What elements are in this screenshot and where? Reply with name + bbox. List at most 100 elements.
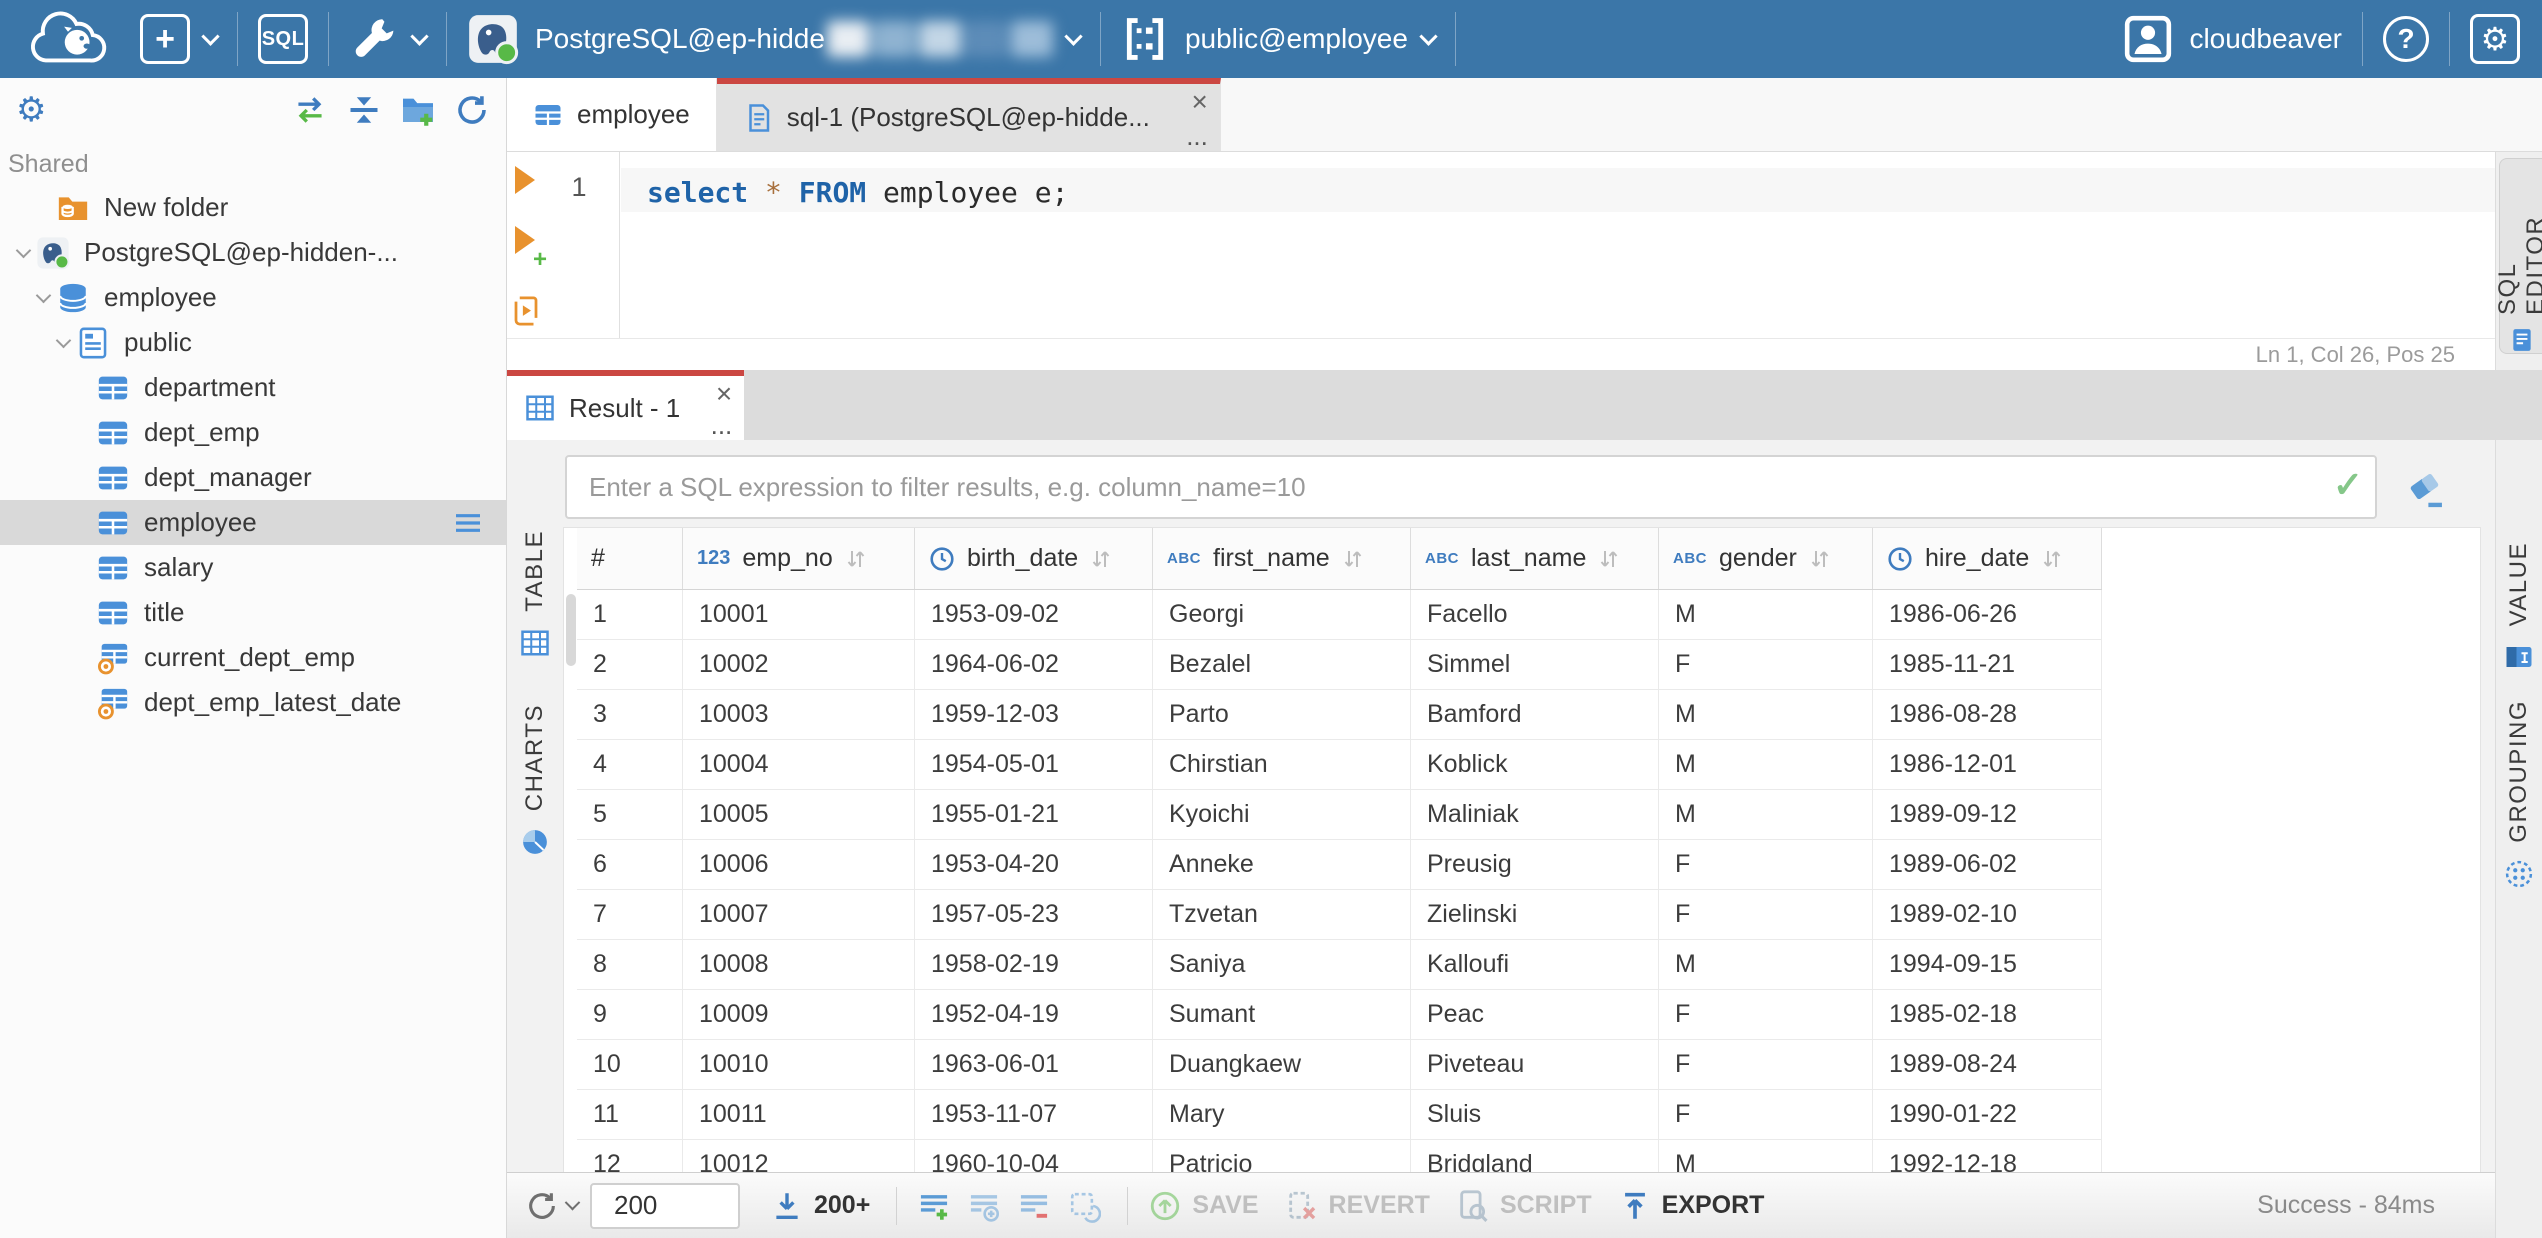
tree-item-new-folder[interactable]: New folder [0,185,506,230]
grid-cell[interactable]: 10008 [683,940,915,990]
delete-row-button[interactable] [1017,1189,1051,1223]
batch-edit-button[interactable] [1067,1189,1102,1223]
grid-cell[interactable]: M [1659,1140,1873,1172]
grid-cell[interactable]: Kyoichi [1153,790,1411,840]
tree-item-postgresql-ep-hidden-[interactable]: PostgreSQL@ep-hidden-... [0,230,506,275]
grid-cell[interactable]: 10002 [683,640,915,690]
row-number-cell[interactable]: 8 [577,940,683,990]
tab-more-icon[interactable]: ... [1186,123,1208,149]
grid-cell[interactable]: 1964-06-02 [915,640,1153,690]
grid-cell[interactable]: 10009 [683,990,915,1040]
eraser-icon[interactable] [2403,466,2447,510]
grid-cell[interactable]: 1989-08-24 [1873,1040,2102,1090]
sort-icon[interactable] [1598,546,1622,572]
user-menu[interactable]: cloudbeaver [2123,14,2342,64]
column-header-last_name[interactable]: ABC last_name [1411,528,1659,589]
grid-cell[interactable]: 10003 [683,690,915,740]
grid-cell[interactable]: 1957-05-23 [915,890,1153,940]
scrollbar-thumb[interactable] [566,594,576,666]
grid-cell[interactable]: Anneke [1153,840,1411,890]
grid-cell[interactable]: 10006 [683,840,915,890]
new-folder-icon[interactable] [400,92,436,128]
tree-item-public[interactable]: public [0,320,506,365]
grid-cell[interactable]: Chirstian [1153,740,1411,790]
grid-cell[interactable]: 1958-02-19 [915,940,1153,990]
column-header-birth_date[interactable]: birth_date [915,528,1153,589]
tab-table[interactable]: TABLE [507,520,563,672]
tab-grouping-panel[interactable]: GROUPING [2496,700,2542,889]
save-button[interactable]: SAVE [1148,1189,1259,1223]
grid-cell[interactable]: 1990-01-22 [1873,1090,2102,1140]
grid-cell[interactable]: 10011 [683,1090,915,1140]
grid-cell[interactable]: M [1659,690,1873,740]
grid-cell[interactable]: Sumant [1153,990,1411,1040]
row-number-cell[interactable]: 9 [577,990,683,1040]
revert-button[interactable]: REVERT [1285,1189,1430,1223]
grid-cell[interactable]: 1954-05-01 [915,740,1153,790]
row-limit-input[interactable] [590,1182,740,1229]
cloudbeaver-logo-icon[interactable] [22,7,114,72]
grid-cell[interactable]: Bridgland [1411,1140,1659,1172]
close-icon[interactable]: × [1192,88,1208,116]
grid-cell[interactable]: Koblick [1411,740,1659,790]
menu-handle-icon[interactable] [452,507,484,539]
grid-cell[interactable]: 10012 [683,1140,915,1172]
grid-cell[interactable]: F [1659,890,1873,940]
grid-cell[interactable]: Bezalel [1153,640,1411,690]
tab-charts[interactable]: CHARTS [507,694,563,871]
tab-sql-1[interactable]: sql-1 (PostgreSQL@ep-hidde... × ... [716,78,1221,151]
column-header-row-number[interactable]: # [577,528,683,589]
filter-input[interactable] [565,455,2377,519]
row-number-cell[interactable]: 12 [577,1140,683,1172]
grid-cell[interactable]: 1989-02-10 [1873,890,2102,940]
row-number-cell[interactable]: 11 [577,1090,683,1140]
row-number-cell[interactable]: 7 [577,890,683,940]
tree-item-employee[interactable]: employee [0,500,506,545]
grid-cell[interactable]: F [1659,1090,1873,1140]
navigator-settings-icon[interactable]: ⚙ [16,93,46,127]
grid-cell[interactable]: M [1659,590,1873,640]
column-header-gender[interactable]: ABC gender [1659,528,1873,589]
export-button[interactable]: EXPORT [1618,1189,1764,1223]
grid-cell[interactable]: Maliniak [1411,790,1659,840]
grid-cell[interactable]: Parto [1153,690,1411,740]
tree-item-employee[interactable]: employee [0,275,506,320]
grid-cell[interactable]: 10005 [683,790,915,840]
tab-sql-editor-side[interactable]: SQL EDITOR [2494,158,2542,354]
schema-selector[interactable]: public@employee [1121,15,1438,63]
tab-value-panel[interactable]: VALUE [2496,542,2542,672]
row-number-cell[interactable]: 6 [577,840,683,890]
sql-editor-button[interactable]: SQL [258,14,308,64]
grid-cell[interactable]: Preusig [1411,840,1659,890]
row-number-cell[interactable]: 1 [577,590,683,640]
grid-cell[interactable]: Peac [1411,990,1659,1040]
tree-item-current-dept-emp[interactable]: current_dept_emp [0,635,506,680]
grid-cell[interactable]: 1963-06-01 [915,1040,1153,1090]
grid-cell[interactable]: 10001 [683,590,915,640]
grid-cell[interactable]: 10004 [683,740,915,790]
grid-cell[interactable]: F [1659,640,1873,690]
grid-cell[interactable]: Facello [1411,590,1659,640]
script-button[interactable]: SCRIPT [1456,1189,1592,1223]
grid-cell[interactable]: Mary [1153,1090,1411,1140]
grid-cell[interactable]: Kalloufi [1411,940,1659,990]
sql-statement[interactable]: select * FROM employee e; [647,176,1068,209]
grid-cell[interactable]: Tzvetan [1153,890,1411,940]
apply-filter-icon[interactable]: ✓ [2333,463,2363,506]
help-button[interactable]: ? [2383,16,2429,62]
grid-cell[interactable]: Sluis [1411,1090,1659,1140]
row-number-cell[interactable]: 4 [577,740,683,790]
grid-cell[interactable]: M [1659,940,1873,990]
grid-cell[interactable]: 1960-10-04 [915,1140,1153,1172]
grid-cell[interactable]: F [1659,840,1873,890]
execute-new-tab-button[interactable] [515,226,535,254]
grid-cell[interactable]: 1955-01-21 [915,790,1153,840]
chevron-down-icon[interactable] [50,332,76,349]
tab-more-icon[interactable]: ... [711,412,733,438]
grid-cell[interactable]: F [1659,990,1873,1040]
row-number-cell[interactable]: 3 [577,690,683,740]
add-row-button[interactable] [917,1189,951,1223]
sort-icon[interactable] [2041,546,2065,572]
tree-item-dept-emp-latest-date[interactable]: dept_emp_latest_date [0,680,506,725]
grid-cell[interactable]: Bamford [1411,690,1659,740]
